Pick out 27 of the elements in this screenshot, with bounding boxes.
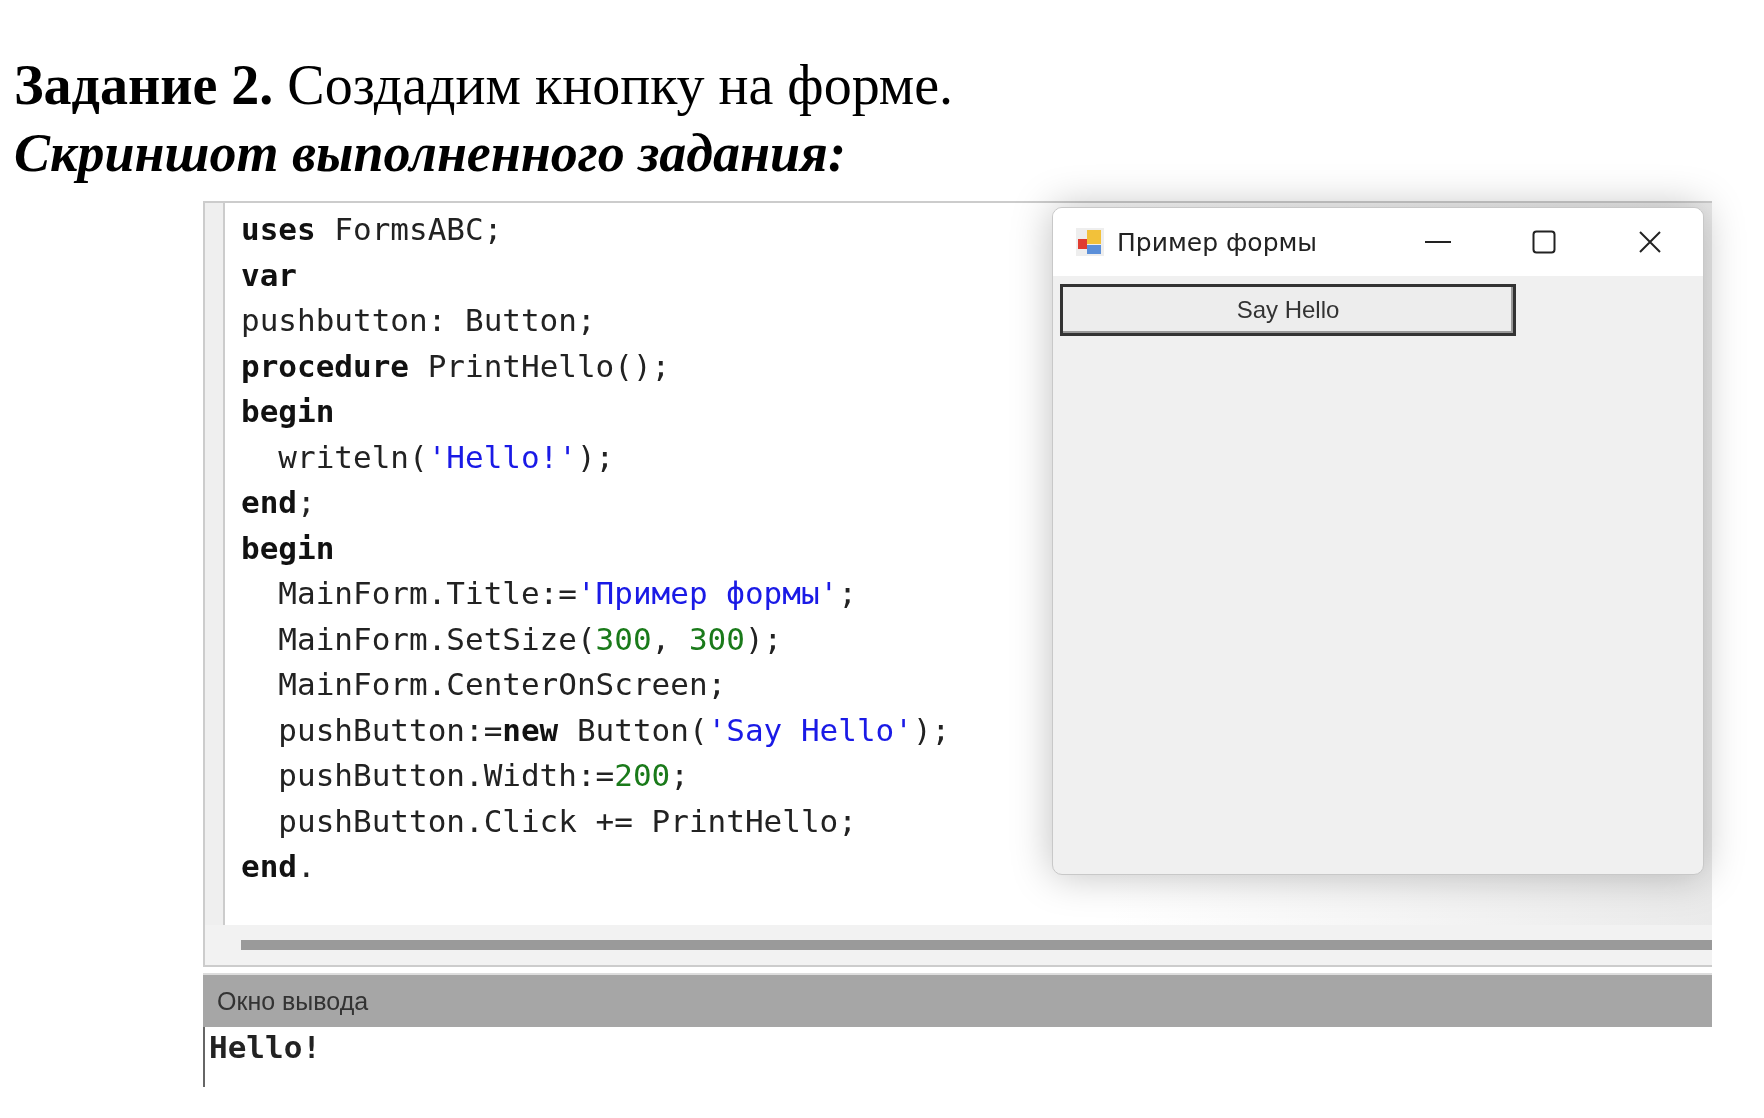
code-line: pushButton.Width:=200;	[277, 756, 690, 795]
code-line: MainForm.CenterOnScreen;	[277, 665, 728, 704]
code-line: pushButton:=new Button('Say Hello');	[277, 710, 951, 750]
code-line: MainForm.Title:='Пример формы';	[277, 574, 858, 613]
code-line: writeln('Hello!');	[277, 437, 616, 477]
code-line: begin	[241, 392, 336, 431]
code-line: pushbutton: Button;	[241, 301, 597, 340]
code-line: procedure PrintHello();	[241, 346, 672, 386]
code-line: uses FormsABC;	[241, 210, 504, 249]
maximize-icon	[1532, 230, 1556, 254]
task-number: Задание 2.	[14, 54, 274, 116]
code-line: MainForm.SetSize(300, 300);	[277, 619, 784, 659]
code-line: var	[241, 255, 298, 295]
code-line: pushButton.Click += PrintHello;	[277, 801, 858, 841]
say-hello-button[interactable]: Say Hello	[1060, 284, 1516, 336]
code-line: begin	[241, 528, 336, 568]
minimize-icon	[1425, 240, 1451, 244]
task-text: Создадим кнопку на форме.	[287, 54, 954, 116]
output-text: Hello!	[209, 1029, 321, 1065]
window-title: Пример формы	[1117, 227, 1319, 257]
subtitle: Скриншот выполненного задания:	[14, 123, 846, 183]
close-icon	[1638, 230, 1662, 254]
output-panel-title: Окно вывода	[217, 986, 369, 1016]
app-icon	[1075, 227, 1105, 257]
code-line: end.	[241, 847, 317, 886]
code-line: end;	[241, 483, 317, 522]
scrollbar[interactable]	[241, 940, 1712, 950]
